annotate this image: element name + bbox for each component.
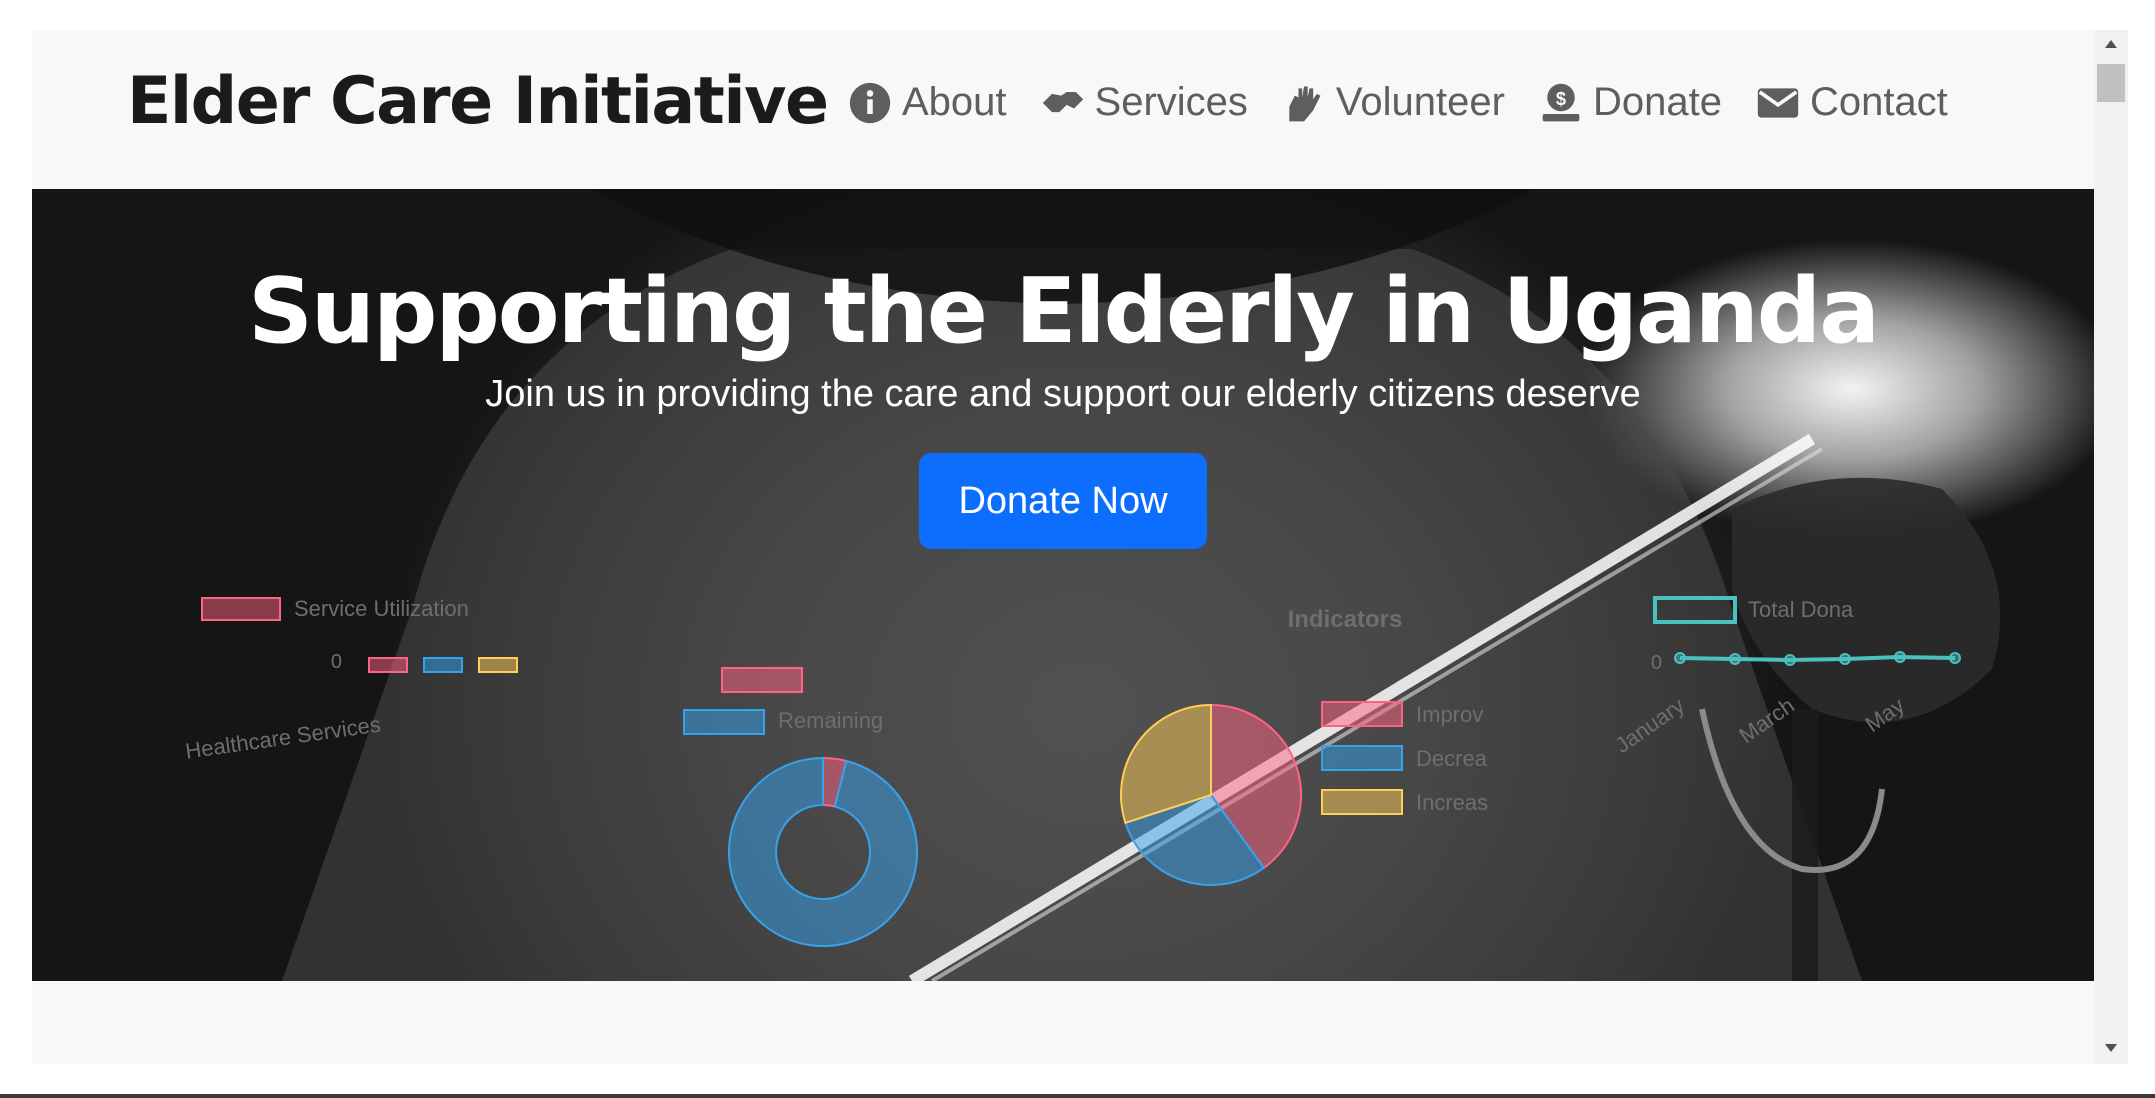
- data-point: [1729, 653, 1741, 665]
- legend-label: Remaining: [778, 708, 883, 733]
- scroll-up-arrow-icon[interactable]: [2103, 38, 2119, 50]
- legend-swatch: [1321, 745, 1403, 771]
- donate-icon: $: [1542, 83, 1580, 121]
- nav-item-label: Volunteer: [1335, 80, 1505, 124]
- legend-label: Decrea: [1416, 746, 1488, 771]
- svg-text:$: $: [1556, 87, 1566, 108]
- nav-item-contact[interactable]: Contact: [1756, 80, 1948, 125]
- legend-swatch: [1653, 596, 1737, 624]
- y-tick-label: 0: [1651, 652, 1662, 674]
- nav-item-label: About: [902, 80, 1007, 124]
- doughnut-slice: [728, 756, 918, 947]
- legend-label: Increas: [1416, 790, 1488, 815]
- hands-helping-icon: [1289, 86, 1321, 121]
- navbar: Elder Care Initiative About Services Vol…: [32, 30, 2094, 189]
- data-point: [1839, 653, 1851, 665]
- nav-item-services[interactable]: Services: [1041, 80, 1248, 125]
- x-tick-label: May: [1860, 693, 1908, 737]
- envelope-icon: [1757, 87, 1799, 118]
- doughnut-chart: Remaining: [683, 667, 918, 947]
- legend-swatch: [1321, 789, 1403, 815]
- info-circle-icon: [849, 82, 891, 123]
- brand-logo-text[interactable]: Elder Care Initiative: [127, 64, 829, 139]
- hero-section: Supporting the Elderly in Uganda Join us…: [32, 189, 2094, 981]
- scroll-down-arrow-icon[interactable]: [2103, 1042, 2119, 1054]
- indicators-pie-chart: Indicators Improv Decrea Increas: [1120, 606, 1488, 886]
- bar: [478, 657, 518, 673]
- nav-item-about[interactable]: About: [848, 80, 1007, 125]
- nav-item-volunteer[interactable]: Volunteer: [1282, 80, 1505, 125]
- chart-title: Indicators: [1288, 606, 1403, 633]
- legend-swatch: [683, 709, 765, 735]
- legend-label: Improv: [1416, 702, 1483, 727]
- nav-item-label: Contact: [1809, 80, 1948, 124]
- nav-menu: About Services Volunteer $ Donate Contac…: [848, 80, 1982, 125]
- data-point: [1949, 652, 1961, 664]
- legend-swatch: [721, 667, 803, 693]
- data-point: [1674, 652, 1686, 664]
- x-tick-label: March: [1734, 693, 1798, 749]
- nav-item-donate[interactable]: $ Donate: [1539, 80, 1722, 125]
- bar: [423, 657, 463, 673]
- legend-label: Service Utilization: [294, 596, 469, 621]
- y-tick-label: 0: [331, 651, 342, 673]
- legend-label: Total Dona: [1748, 597, 1854, 622]
- legend-swatch: [1321, 701, 1403, 727]
- charts-overlay: Service Utilization0Healthcare Services …: [184, 596, 1961, 947]
- series-line: [1679, 654, 1956, 663]
- data-point: [1784, 654, 1796, 666]
- total-donations-line-chart: Total Dona 0 January March May: [1610, 596, 1961, 758]
- data-point: [1894, 651, 1906, 663]
- x-tick-label: Healthcare Services: [184, 711, 382, 763]
- handshake-icon: [1042, 91, 1083, 112]
- nav-item-label: Donate: [1592, 80, 1722, 124]
- nav-item-label: Services: [1094, 80, 1248, 124]
- taskbar-edge: [0, 1094, 2155, 1098]
- legend-swatch: [201, 597, 281, 621]
- scrollbar[interactable]: [2094, 30, 2128, 1064]
- scroll-thumb[interactable]: [2097, 64, 2125, 102]
- bar: [368, 657, 408, 673]
- browser-viewport: Elder Care Initiative About Services Vol…: [32, 30, 2094, 1064]
- x-tick-label: January: [1610, 693, 1688, 758]
- service-utilization-chart: Service Utilization 0 Healthcare Services: [184, 596, 518, 764]
